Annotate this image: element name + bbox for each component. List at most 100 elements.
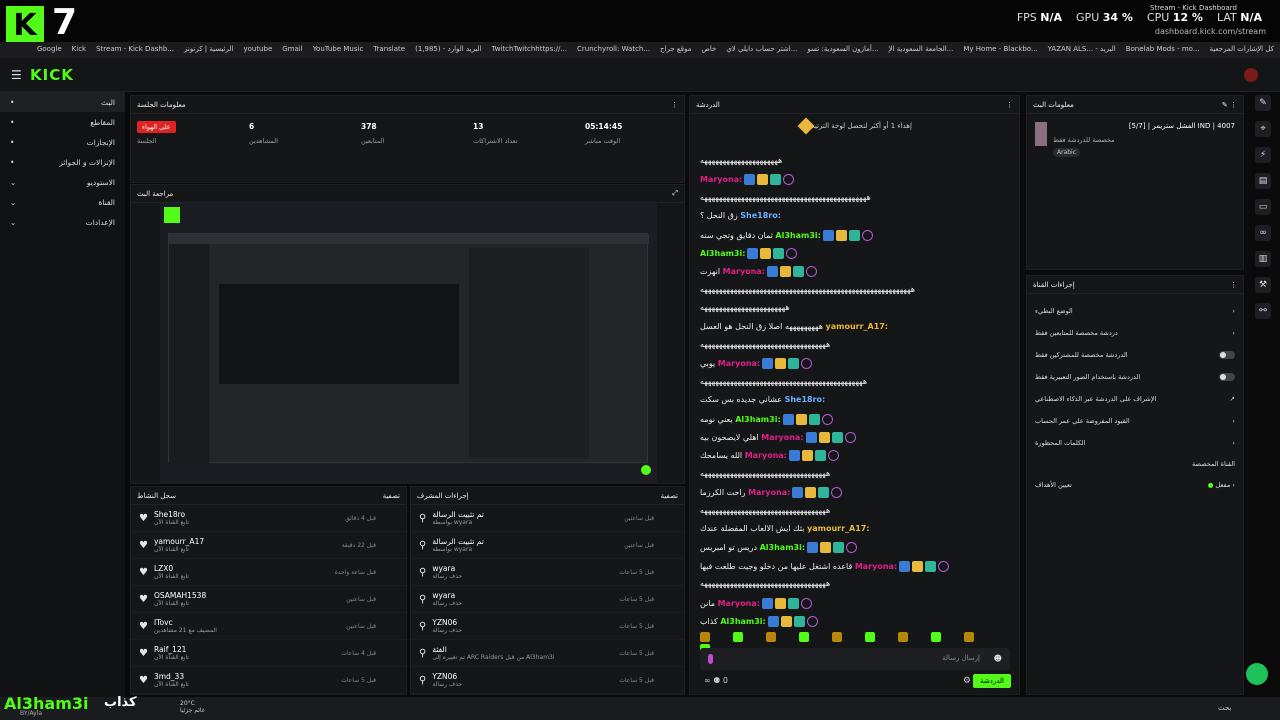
channel-action-item[interactable]: الدردشة باستخدام الصور التعبيرية فقط <box>1027 366 1243 388</box>
feed-filter[interactable]: تصفية <box>383 492 400 500</box>
chat-message[interactable]: بثك ايش الالعاب المفضلة عندك yamourr_A17… <box>700 524 870 533</box>
chevron-right-icon[interactable]: › <box>1232 417 1235 425</box>
emote-icon[interactable] <box>766 632 776 642</box>
chat-username[interactable]: Maryona: <box>761 433 803 442</box>
menu-icon[interactable]: ☰ <box>11 68 22 82</box>
server-icon[interactable]: ▥ <box>1255 251 1271 267</box>
bookmark[interactable]: Gmail <box>282 45 302 55</box>
help-button[interactable] <box>1246 663 1268 685</box>
bookmark[interactable]: كل الإشارات المرجعية <box>1210 45 1275 55</box>
goals-item[interactable]: تعيين الأهداف ● مفعل › <box>1027 474 1243 496</box>
bookmark[interactable]: Kick <box>72 45 86 55</box>
taskbar-search[interactable]: بحث <box>1218 704 1231 712</box>
chat-message[interactable]: ثمان دقايق وتجي سنه Al3ham3i: <box>700 229 873 241</box>
emote-icon[interactable] <box>832 632 842 642</box>
tool-icon[interactable]: ⚒ <box>1255 277 1271 293</box>
chat-message[interactable]: راحت الكرزما Maryona: <box>700 487 843 499</box>
channel-action-item[interactable]: الوضع البطيء › <box>1027 300 1243 322</box>
link-icon[interactable]: ∞ <box>1255 225 1271 241</box>
toggle-switch[interactable] <box>1219 373 1235 381</box>
external-link-icon[interactable]: ↗ <box>1230 395 1235 403</box>
pen-icon[interactable]: ✎ <box>1255 95 1271 111</box>
bookmark[interactable]: البريد الوارد - (1,985) <box>415 45 482 55</box>
mod-filter[interactable]: تصفية <box>661 492 678 500</box>
sidebar-item[interactable]: • الإنزالات و الجوائز <box>0 152 125 172</box>
emoji-icon[interactable]: ☻ <box>994 654 1002 663</box>
chat-message[interactable]: زق النحل ؟ She18ro: <box>700 211 781 220</box>
bookmark[interactable]: YouTube Music <box>313 45 364 55</box>
sidebar-item[interactable]: • الإنجازات <box>0 132 125 152</box>
address-bar[interactable]: dashboard.kick.com/stream <box>1155 27 1266 36</box>
chat-message[interactable]: ههههههههههههههههههههههههههههههههههه <box>700 469 830 478</box>
emote-icon[interactable] <box>898 632 908 642</box>
channel-more-icon[interactable]: ⋮ <box>1230 281 1237 289</box>
bookmark[interactable]: الرئيسية | كرتونز <box>184 45 234 55</box>
chat-message[interactable]: كذاب Al3ham3i: <box>700 616 818 627</box>
bookmark[interactable]: TwitchTwitchhttps://... <box>492 45 567 55</box>
target-icon[interactable]: ⌖ <box>1255 121 1271 137</box>
bookmark[interactable]: My Home - Blackbo... <box>963 45 1037 55</box>
sidebar-item[interactable]: • المقاطع <box>0 112 125 132</box>
bookmark[interactable]: YAZAN ALS... - البريد <box>1048 45 1116 55</box>
chat-message[interactable]: ههههههههههههههههههههههههههههههههههه <box>700 340 830 349</box>
chat-username[interactable]: Al3ham3i: <box>700 249 745 258</box>
chat-username[interactable]: Maryona: <box>700 175 742 184</box>
chat-message[interactable]: Maryona: <box>700 174 795 186</box>
bookmark[interactable]: الجامعة السعودية الإ... <box>889 45 954 55</box>
sidebar-item[interactable]: • البث <box>0 92 125 112</box>
chat-username[interactable]: Al3ham3i: <box>760 543 805 552</box>
bookmark[interactable]: Bonelab Mods - mo... <box>1126 45 1200 55</box>
sidebar-item[interactable]: ⌄ الإعدادات <box>0 212 125 232</box>
stream-preview[interactable] <box>160 203 657 483</box>
chat-message[interactable]: هههههههههه اصلا زق النحل هو العسل yamour… <box>700 322 888 331</box>
bookmark[interactable]: Stream - Kick Dashb... <box>96 45 174 55</box>
chat-username[interactable]: Maryona: <box>723 267 765 276</box>
send-button[interactable]: الدردشة <box>973 674 1011 688</box>
emote-icon[interactable] <box>964 632 974 642</box>
chat-username[interactable]: yamourr_A17: <box>807 524 870 533</box>
chat-message[interactable]: انهزت Maryona: <box>700 266 817 278</box>
chat-username[interactable]: Maryona: <box>745 451 787 460</box>
edit-icon[interactable]: ✎ ⋮ <box>1222 101 1237 109</box>
channel-action-item[interactable]: الدردشة مخصصة للمشتركين فقط <box>1027 344 1243 366</box>
popout-icon[interactable]: ⤢ <box>672 189 678 198</box>
chat-message[interactable]: اهلي لايصحون بيه Maryona: <box>700 432 856 443</box>
chat-message[interactable]: ههههههههههههههههههههههههههههههههههه <box>700 506 830 515</box>
chat-username[interactable]: Al3ham3i: <box>775 231 820 240</box>
chevron-right-icon[interactable]: › <box>1232 307 1235 315</box>
kick-logo[interactable]: KICK <box>30 66 74 84</box>
share-icon[interactable]: ⚯ <box>1255 303 1271 319</box>
bookmark[interactable]: موقع جراح <box>660 45 691 55</box>
chat-username[interactable]: Maryona: <box>855 562 897 571</box>
chat-more-icon[interactable]: ⋮ <box>1006 101 1013 109</box>
settings-icon[interactable]: ⚙ <box>963 676 971 686</box>
more-icon[interactable]: ⋮ <box>671 101 678 109</box>
bookmark[interactable]: Crunchyroll: Watch... <box>577 45 650 55</box>
chat-input[interactable]: إرسال رسالة ☻ <box>700 648 1010 670</box>
bookmark[interactable]: اشتر حساب دايلي لاي... <box>726 45 797 55</box>
chat-username[interactable]: Al3ham3i: <box>735 415 780 424</box>
bookmark[interactable]: Google <box>37 45 62 55</box>
emote-icon[interactable] <box>799 632 809 642</box>
bookmark[interactable]: Translate <box>373 45 405 55</box>
emote-icon[interactable] <box>733 632 743 642</box>
chat-username[interactable]: yamourr_A17: <box>826 322 889 331</box>
channel-action-item[interactable]: القيود المفروضة على عمر الحساب › <box>1027 410 1243 432</box>
chat-username[interactable]: Maryona: <box>718 359 760 368</box>
note-icon[interactable]: ▤ <box>1255 173 1271 189</box>
chat-message[interactable]: قاعده اشتغل عليها من دخلو وجيت طلعت فيها… <box>700 560 950 572</box>
chat-message[interactable]: ههههههههههههههههههههههههههههههههههه <box>700 579 830 588</box>
chat-message[interactable]: مانن Maryona: <box>700 597 812 609</box>
chat-message[interactable]: هههههههههههههههههههههههههههههههههههههههه… <box>700 285 915 294</box>
emote-icon[interactable] <box>931 632 941 642</box>
chat-username[interactable]: She18ro: <box>785 395 826 404</box>
avatar[interactable] <box>1244 68 1258 82</box>
bookmark[interactable]: youtube <box>243 45 272 55</box>
emote-icon[interactable] <box>700 632 710 642</box>
chat-username[interactable]: She18ro: <box>740 211 781 220</box>
chat-username[interactable]: Maryona: <box>718 599 760 608</box>
chat-username[interactable]: Al3ham3i: <box>720 617 765 626</box>
chat-message[interactable]: هههههههههههههههههههههههههههههههههههههههه… <box>700 193 871 202</box>
bolt-icon[interactable]: ⚡ <box>1255 147 1271 163</box>
chat-message[interactable]: هههههههههههههههههههههههههههههههههههههههه… <box>700 377 867 386</box>
